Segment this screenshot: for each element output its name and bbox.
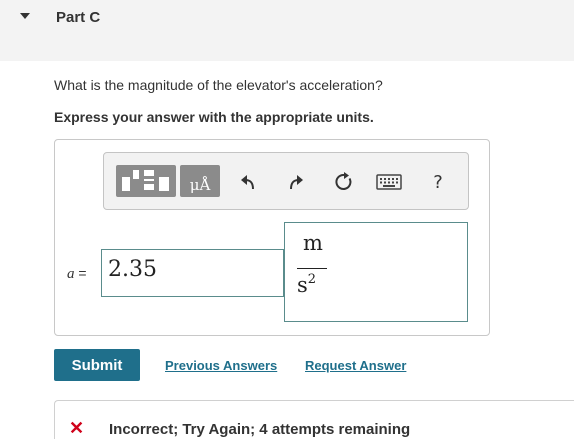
question-text: What is the magnitude of the elevator's … [54,77,383,93]
previous-answers-link[interactable]: Previous Answers [165,358,277,373]
variable-label: a = [67,265,87,283]
redo-icon[interactable] [284,170,308,194]
value-input[interactable]: 2.35 [101,249,284,297]
templates-icon[interactable] [116,165,176,197]
variable-symbol: a [67,266,75,282]
request-answer-link[interactable]: Request Answer [305,358,406,373]
undo-icon[interactable] [236,170,260,194]
unit-numerator: m [303,231,323,255]
feedback-box: ✕ Incorrect; Try Again; 4 attempts remai… [54,400,574,439]
help-icon[interactable]: ? [426,170,450,194]
math-toolbar: μÅ ? [103,152,469,210]
caret-down-icon[interactable] [20,13,30,19]
unit-exponent: 2 [307,272,317,287]
units-icon[interactable]: μÅ [180,165,220,197]
unit-denominator-base: s [297,273,308,297]
instruction-text: Express your answer with the appropriate… [54,109,374,125]
feedback-text: Incorrect; Try Again; 4 attempts remaini… [109,421,411,438]
units-input[interactable]: m s2 [284,222,468,322]
part-c-page: Part C What is the magnitude of the elev… [0,0,574,439]
fraction-bar [297,268,327,269]
answer-panel: μÅ ? a = 2.35 m s2 [54,139,490,336]
part-title: Part C [56,9,101,26]
x-icon: ✕ [69,418,85,438]
part-header[interactable]: Part C [0,0,574,61]
keyboard-icon[interactable] [375,170,403,194]
equals-sign: = [78,265,87,281]
reset-icon[interactable] [332,170,356,194]
submit-button[interactable]: Submit [54,349,140,381]
unit-denominator: s2 [297,272,316,297]
